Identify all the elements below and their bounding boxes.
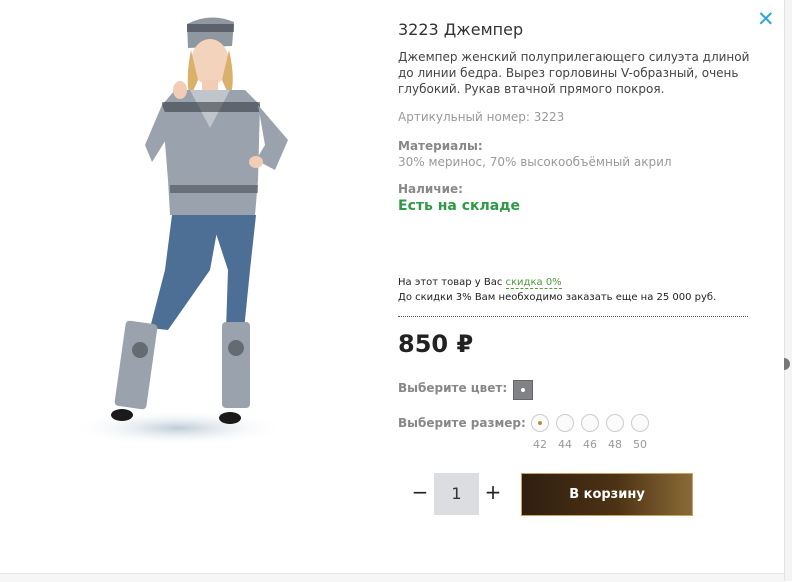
size-radio-50[interactable] [631, 414, 649, 432]
materials-value: 30% меринос, 70% высокообъёмный акрил [398, 155, 672, 169]
product-description: Джемпер женский полуприлегающего силуэта… [398, 50, 750, 96]
size-label-44: 44 [558, 438, 572, 451]
size-radio-42[interactable] [531, 414, 549, 432]
size-label: Выберите размер: [398, 416, 526, 430]
add-to-cart-button[interactable]: В корзину [521, 473, 693, 516]
close-icon[interactable]: ✕ [757, 9, 775, 30]
size-radio-46[interactable] [581, 414, 599, 432]
availability-status: Есть на складе [398, 198, 521, 214]
size-label-50: 50 [633, 438, 647, 451]
divider [398, 316, 748, 317]
product-title: 3223 Джемпер [398, 20, 524, 39]
size-label-46: 46 [583, 438, 597, 451]
product-photo [70, 17, 288, 446]
article-number: Артикульный номер: 3223 [398, 110, 565, 124]
discount-prefix: На этот товар у Вас [398, 277, 506, 288]
price: 850 ₽ [398, 330, 474, 358]
size-label-42: 42 [533, 438, 547, 451]
vertical-scrollbar[interactable] [784, 0, 792, 581]
quantity-decrease-button[interactable]: − [411, 480, 429, 504]
quantity-increase-button[interactable]: + [484, 480, 502, 504]
color-swatch[interactable] [513, 380, 533, 400]
size-radio-44[interactable] [556, 414, 574, 432]
color-label: Выберите цвет: [398, 381, 508, 395]
availability-label: Наличие: [398, 182, 463, 196]
size-label-48: 48 [608, 438, 622, 451]
discount-info: На этот товар у Вас скидка 0% [398, 277, 562, 289]
quantity-input[interactable]: 1 [434, 473, 479, 515]
materials-label: Материалы: [398, 139, 483, 153]
product-modal: ✕ 3223 Джемпер Джемпер женский полуприле… [0, 0, 784, 581]
discount-link[interactable]: скидка 0% [505, 277, 562, 289]
discount-threshold: До скидки 3% Вам необходимо заказать еще… [398, 292, 717, 303]
size-radio-48[interactable] [606, 414, 624, 432]
selected-dot-icon [521, 388, 525, 392]
